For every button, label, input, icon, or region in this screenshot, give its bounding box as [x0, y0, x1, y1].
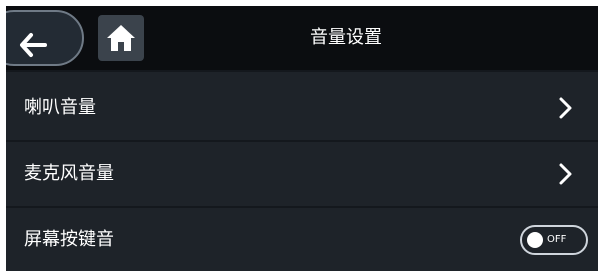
- divider: [6, 70, 598, 72]
- list-item-speaker-volume[interactable]: 喇叭音量: [6, 76, 598, 140]
- list-item-key-tone: 屏幕按键音 OFF: [6, 208, 598, 271]
- toggle-state-label: OFF: [547, 234, 567, 245]
- back-arrow-icon: [20, 33, 47, 57]
- item-label: 麦克风音量: [24, 163, 114, 184]
- home-icon: [107, 25, 135, 51]
- item-label: 喇叭音量: [24, 97, 96, 118]
- header-bar: 音量设置: [6, 6, 598, 70]
- back-button[interactable]: [6, 10, 84, 66]
- toggle-knob: [527, 232, 543, 248]
- item-label: 屏幕按键音: [24, 229, 114, 250]
- chevron-right-icon: [559, 97, 572, 119]
- list-item-microphone-volume[interactable]: 麦克风音量: [6, 142, 598, 206]
- settings-panel: 音量设置 喇叭音量 麦克风音量 屏幕按键音 OFF: [6, 6, 598, 271]
- chevron-right-icon: [559, 163, 572, 185]
- key-tone-toggle[interactable]: OFF: [520, 225, 588, 255]
- home-button[interactable]: [98, 15, 144, 61]
- page-title: 音量设置: [310, 27, 382, 48]
